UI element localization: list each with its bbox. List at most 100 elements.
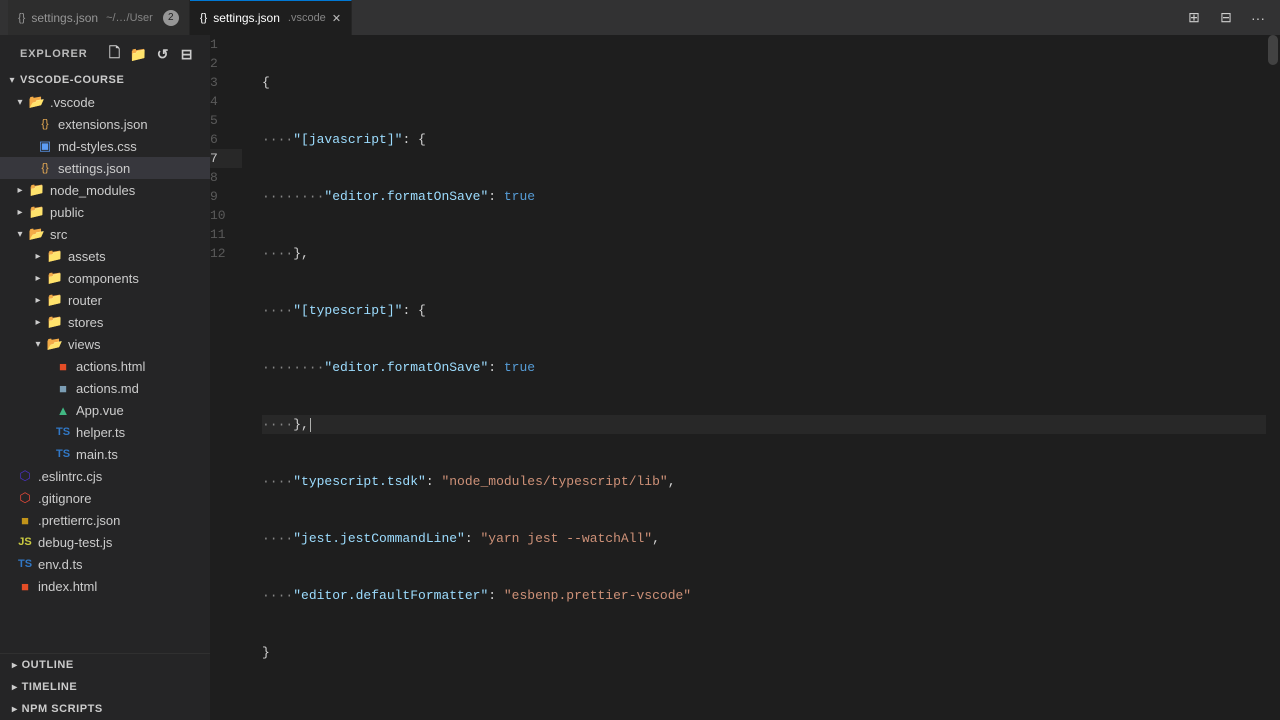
main-layout: Explorer 🗋 📁 ↺ ⊟ ▾ VSCODE-COURSE ▾ 📂 .vs… — [0, 35, 1280, 720]
tree-item-views[interactable]: ▾ 📂 views — [0, 333, 210, 355]
timeline-arrow: ▸ — [12, 682, 18, 693]
tree-label-components: components — [68, 271, 139, 286]
line-num-7: 7 — [210, 149, 242, 168]
tree-label-node-modules: node_modules — [50, 183, 135, 198]
remote-icon[interactable]: ⊞ — [1180, 4, 1208, 32]
tree-label-index-html: index.html — [38, 579, 97, 594]
tree-item-src[interactable]: ▾ 📂 src — [0, 223, 210, 245]
line-num-10: 10 — [210, 206, 242, 225]
git-file-icon: ⬡ — [16, 489, 34, 507]
tree-item-eslint[interactable]: ⬡ .eslintrc.cjs — [0, 465, 210, 487]
code-line-4: ····}, — [262, 244, 1266, 263]
sidebar-header: Explorer 🗋 📁 ↺ ⊟ — [0, 35, 210, 69]
tree-label-vscode: .vscode — [50, 95, 95, 110]
collapse-all-icon[interactable]: ⊟ — [176, 43, 198, 65]
tree-item-app-vue[interactable]: ▲ App.vue — [0, 399, 210, 421]
root-label: VSCODE-COURSE — [20, 74, 124, 86]
folder-arrow-assets: ▸ — [30, 248, 46, 264]
tree-item-stores[interactable]: ▸ 📁 stores — [0, 311, 210, 333]
npm-scripts-section[interactable]: ▸ NPM SCRIPTS — [0, 698, 210, 720]
code-line-7: ····}, — [262, 415, 1266, 434]
ts-file-icon-env: TS — [16, 555, 34, 573]
layout-icon[interactable]: ⊟ — [1212, 4, 1240, 32]
tree-label-prettier: .prettierrc.json — [38, 513, 120, 528]
tree-item-debug-test[interactable]: JS debug-test.js — [0, 531, 210, 553]
tree-root-vscode-course[interactable]: ▾ VSCODE-COURSE — [0, 69, 210, 91]
line-num-12: 12 — [210, 244, 242, 263]
tree-label-actions-html: actions.html — [76, 359, 145, 374]
scrollbar-gutter[interactable] — [1266, 35, 1280, 720]
code-content[interactable]: { ····"[javascript]": { ········"editor.… — [252, 35, 1266, 720]
refresh-icon[interactable]: ↺ — [152, 43, 174, 65]
folder-icon-node: 📁 — [28, 181, 46, 199]
timeline-section[interactable]: ▸ TIMELINE — [0, 676, 210, 698]
folder-icon-router: 📁 — [46, 291, 64, 309]
folder-icon-stores: 📁 — [46, 313, 64, 331]
line-num-11: 11 — [210, 225, 242, 244]
tree-item-components[interactable]: ▸ 📁 components — [0, 267, 210, 289]
tree-item-node-modules[interactable]: ▸ 📁 node_modules — [0, 179, 210, 201]
code-line-3: ········"editor.formatOnSave": true — [262, 187, 1266, 206]
js-file-icon: JS — [16, 533, 34, 551]
code-line-12 — [262, 700, 1266, 719]
tree-item-assets[interactable]: ▸ 📁 assets — [0, 245, 210, 267]
tree-item-md-styles[interactable]: ▣ md-styles.css — [0, 135, 210, 157]
folder-icon-components: 📁 — [46, 269, 64, 287]
tree-item-gitignore[interactable]: ⬡ .gitignore — [0, 487, 210, 509]
tree-label-helper-ts: helper.ts — [76, 425, 125, 440]
tree-label-main-ts: main.ts — [76, 447, 118, 462]
tree-item-settings[interactable]: {} settings.json — [0, 157, 210, 179]
tab-settings-user[interactable]: {} settings.json ~/…/User 2 — [8, 0, 190, 35]
more-actions-icon[interactable]: ··· — [1244, 4, 1272, 32]
line-num-4: 4 — [210, 92, 242, 111]
tab-json-icon: {} — [18, 12, 25, 24]
code-editor[interactable]: 1 2 3 4 5 6 7 8 9 10 11 12 { ····"[javas… — [210, 35, 1280, 720]
tree-item-public[interactable]: ▸ 📁 public — [0, 201, 210, 223]
tab-close-button[interactable]: ✕ — [332, 12, 341, 25]
folder-arrow-node: ▸ — [12, 182, 28, 198]
folder-arrow-vscode: ▾ — [12, 94, 28, 110]
tree-label-eslint: .eslintrc.cjs — [38, 469, 102, 484]
code-line-8: ····"typescript.tsdk": "node_modules/typ… — [262, 472, 1266, 491]
css-file-icon: ▣ — [36, 137, 54, 155]
ts-file-icon-helper: TS — [54, 423, 72, 441]
tree-item-prettier[interactable]: ■ .prettierrc.json — [0, 509, 210, 531]
tree-label-settings: settings.json — [58, 161, 130, 176]
tree-label-assets: assets — [68, 249, 106, 264]
tree-item-index-html[interactable]: ■ index.html — [0, 575, 210, 597]
json-file-icon-2: {} — [36, 159, 54, 177]
tab-list: {} settings.json ~/…/User 2 {} settings.… — [8, 0, 352, 35]
folder-arrow-src: ▾ — [12, 226, 28, 242]
new-file-icon[interactable]: 🗋 — [104, 43, 126, 65]
code-line-10: ····"editor.defaultFormatter": "esbenp.p… — [262, 586, 1266, 605]
tree-item-extensions[interactable]: {} extensions.json — [0, 113, 210, 135]
tab-settings-vscode[interactable]: {} settings.json .vscode ✕ — [190, 0, 352, 35]
scrollbar-thumb[interactable] — [1268, 35, 1278, 65]
file-tree: ▾ 📂 .vscode {} extensions.json ▣ md-styl… — [0, 91, 210, 653]
tree-item-actions-md[interactable]: ■ actions.md — [0, 377, 210, 399]
outline-section[interactable]: ▸ OUTLINE — [0, 654, 210, 676]
html-file-icon-index: ■ — [16, 577, 34, 595]
tab-sublabel-2: .vscode — [288, 12, 326, 24]
tree-item-helper-ts[interactable]: TS helper.ts — [0, 421, 210, 443]
sidebar: Explorer 🗋 📁 ↺ ⊟ ▾ VSCODE-COURSE ▾ 📂 .vs… — [0, 35, 210, 720]
tree-item-actions-html[interactable]: ■ actions.html — [0, 355, 210, 377]
tab-badge: 2 — [163, 10, 179, 26]
bottom-sections: ▸ OUTLINE ▸ TIMELINE ▸ NPM SCRIPTS — [0, 653, 210, 720]
code-line-11: } — [262, 643, 1266, 662]
folder-arrow-components: ▸ — [30, 270, 46, 286]
tree-item-env-d-ts[interactable]: TS env.d.ts — [0, 553, 210, 575]
tab-label-1: settings.json — [31, 11, 98, 25]
tree-item-vscode[interactable]: ▾ 📂 .vscode — [0, 91, 210, 113]
tree-item-main-ts[interactable]: TS main.ts — [0, 443, 210, 465]
new-folder-icon[interactable]: 📁 — [128, 43, 150, 65]
line-num-2: 2 — [210, 54, 242, 73]
line-num-8: 8 — [210, 168, 242, 187]
tree-label-md-styles: md-styles.css — [58, 139, 137, 154]
tree-label-public: public — [50, 205, 84, 220]
explorer-title: Explorer — [20, 48, 88, 60]
vue-file-icon: ▲ — [54, 401, 72, 419]
tree-item-router[interactable]: ▸ 📁 router — [0, 289, 210, 311]
folder-open-icon-src: 📂 — [28, 225, 46, 243]
prettier-file-icon: ■ — [16, 511, 34, 529]
